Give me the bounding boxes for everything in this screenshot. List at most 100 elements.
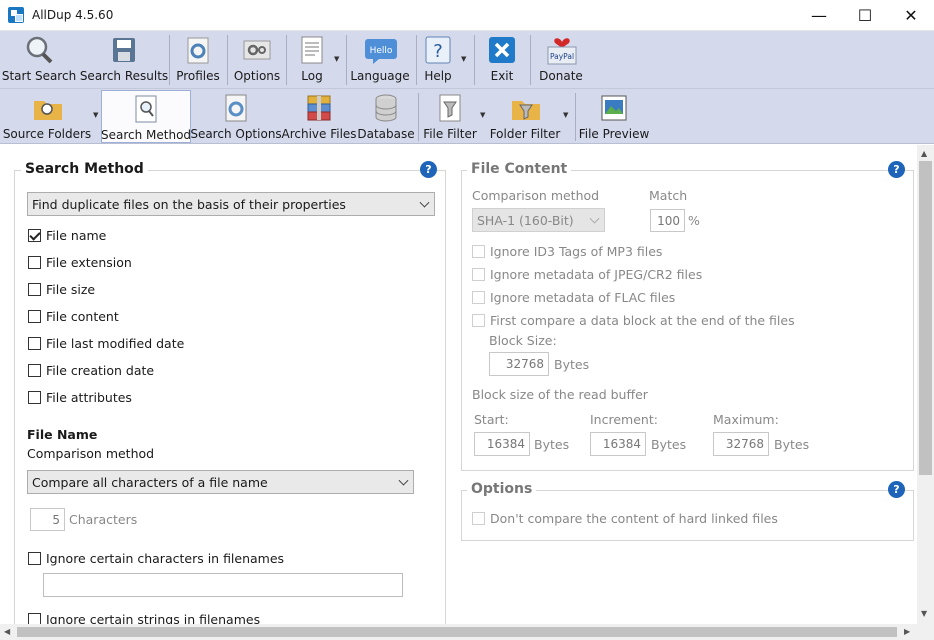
vertical-scrollbar-thumb[interactable] [919,161,932,475]
file-content-help-icon[interactable]: ? [888,161,905,178]
tab-database-label: Database [357,127,415,141]
scroll-right-arrow-icon[interactable]: ▶ [904,627,910,636]
criteria-file-extension-checkbox[interactable]: File extension [28,255,132,270]
horizontal-scrollbar-thumb[interactable] [17,627,897,637]
options-help-icon[interactable]: ? [888,481,905,498]
donate-button[interactable]: PayPal Donate [538,31,584,83]
maximize-button[interactable]: ☐ [842,0,888,31]
block-size-input[interactable]: 32768 [489,352,549,376]
first-compare-checkbox[interactable]: First compare a data block at the end of… [472,313,795,328]
folder-filter-icon [510,93,540,123]
scroll-left-arrow-icon[interactable]: ◀ [4,627,10,636]
tab-search-options-label: Search Options [190,127,282,141]
toolbar-separator [530,35,531,85]
checkbox-icon [472,314,485,327]
donate-label: Donate [539,69,583,83]
criteria-creation-date-checkbox[interactable]: File creation date [28,363,154,378]
exit-button[interactable]: Exit [485,31,519,83]
chevron-down-icon [398,475,409,486]
file-filter-dropdown-arrow-icon[interactable]: ▼ [480,111,485,119]
ignore-jpeg-label: Ignore metadata of JPEG/CR2 files [490,267,703,282]
close-button[interactable]: ✕ [888,0,934,31]
search-mode-value: Find duplicate files on the basis of the… [32,196,346,212]
start-input[interactable]: 16384 [474,432,530,456]
tab-file-filter[interactable]: File Filter [423,89,477,141]
log-dropdown-arrow-icon[interactable]: ▼ [334,55,339,63]
scroll-down-arrow-icon[interactable]: ▼ [921,609,927,618]
tab-source-folders[interactable]: Source Folders [2,89,92,141]
criteria-label: File attributes [46,390,132,405]
ignore-characters-checkbox[interactable]: Ignore certain characters in filenames [28,551,284,566]
criteria-file-content-checkbox[interactable]: File content [28,309,119,324]
ignore-characters-label: Ignore certain characters in filenames [46,551,285,566]
help-button[interactable]: ? Help [420,31,456,83]
checkbox-icon [28,337,41,350]
tab-folder-filter[interactable]: Folder Filter [489,89,561,141]
toolbar-separator [418,93,419,141]
hard-links-checkbox[interactable]: Don't compare the content of hard linked… [472,511,778,526]
search-mode-select[interactable]: Find duplicate files on the basis of the… [27,192,435,216]
maximum-input[interactable]: 32768 [713,432,769,456]
block-size-label: Block Size: [489,333,557,348]
tab-archive-files[interactable]: Archive Files [281,89,357,141]
scroll-up-arrow-icon[interactable]: ▲ [921,149,927,158]
ignore-strings-label: Ignore certain strings in filenames [46,612,261,624]
criteria-label: File name [46,228,107,243]
tab-search-method[interactable]: Search Method [101,90,191,143]
magnifier-icon [24,35,54,65]
checkbox-icon [28,613,41,624]
checkbox-icon [28,552,41,565]
file-name-comparison-label: Comparison method [27,446,155,461]
profiles-button[interactable]: Profiles [174,31,222,83]
criteria-label: File extension [46,255,132,270]
criteria-file-size-checkbox[interactable]: File size [28,282,95,297]
checkbox-checked-icon [28,229,41,242]
search-method-help-icon[interactable]: ? [420,161,437,178]
criteria-label: File last modified date [46,336,185,351]
tab-source-folders-label: Source Folders [2,127,92,141]
start-search-button[interactable]: Start Search [2,31,76,83]
characters-input[interactable]: 5 [30,508,65,531]
ignore-id3-checkbox[interactable]: Ignore ID3 Tags of MP3 files [472,244,662,259]
criteria-file-name-checkbox[interactable]: File name [28,228,106,243]
minimize-button[interactable]: — [796,0,842,31]
tab-database[interactable]: Database [357,89,415,141]
exit-icon [487,35,517,65]
folder-filter-dropdown-arrow-icon[interactable]: ▼ [563,111,568,119]
tab-folder-filter-label: Folder Filter [489,127,561,141]
checkbox-icon [472,268,485,281]
criteria-label: File content [46,309,119,324]
search-results-button[interactable]: Search Results [80,31,168,83]
content-comparison-select[interactable]: SHA-1 (160-Bit) [472,208,605,232]
ignore-jpeg-checkbox[interactable]: Ignore metadata of JPEG/CR2 files [472,267,702,282]
criteria-label: File creation date [46,363,155,378]
options-button[interactable]: Options [232,31,282,83]
criteria-attributes-checkbox[interactable]: File attributes [28,390,132,405]
donate-icon-text: PayPal [550,52,574,61]
tab-file-preview[interactable]: File Preview [579,89,649,141]
file-name-comparison-select[interactable]: Compare all characters of a file name [27,470,414,494]
checkbox-icon [472,512,485,525]
main-toolbar: Start Search Search Results Profiles Opt… [0,31,934,89]
content-area: Search Method ? Find duplicate files on … [0,145,917,624]
ignore-strings-checkbox[interactable]: Ignore certain strings in filenames [28,612,260,624]
tab-search-options[interactable]: Search Options [190,89,282,141]
match-input[interactable]: 100 [650,209,685,232]
checkbox-icon [28,364,41,377]
help-dropdown-arrow-icon[interactable]: ▼ [461,55,466,63]
search-options-icon [221,93,251,123]
language-button[interactable]: Hello Language [350,31,410,83]
checkbox-icon [472,291,485,304]
increment-input[interactable]: 16384 [590,432,646,456]
log-button[interactable]: Log [292,31,332,83]
search-method-title: Search Method [21,161,148,177]
exit-label: Exit [490,69,514,83]
source-folders-dropdown-arrow-icon[interactable]: ▼ [93,111,98,119]
checkbox-icon [28,391,41,404]
chevron-down-icon [419,197,430,208]
start-search-label: Start Search [1,69,77,83]
criteria-last-modified-checkbox[interactable]: File last modified date [28,336,184,351]
ignore-characters-input[interactable] [43,573,403,597]
ignore-flac-checkbox[interactable]: Ignore metadata of FLAC files [472,290,675,305]
block-size-unit: Bytes [554,357,590,372]
